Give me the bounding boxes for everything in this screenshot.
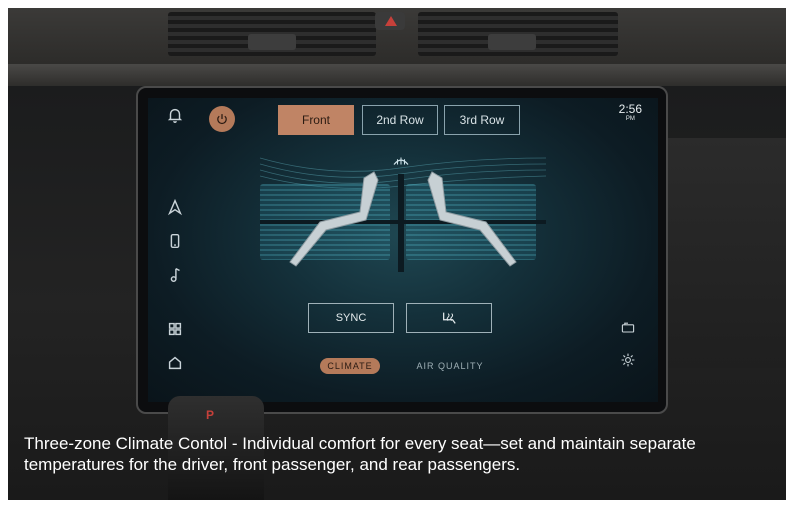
seat-illustrations	[289, 171, 517, 267]
navigation-icon[interactable]	[164, 196, 186, 218]
infotainment-bezel: Front 2nd Row 3rd Row 2:56 PM SYNC CLIMA…	[136, 86, 668, 414]
driver-seat-icon	[289, 171, 379, 267]
phone-icon[interactable]	[164, 230, 186, 252]
gear-indicator: P	[206, 408, 215, 422]
climate-screen: Front 2nd Row 3rd Row 2:56 PM SYNC CLIMA…	[148, 98, 658, 402]
music-icon[interactable]	[164, 264, 186, 286]
home-icon[interactable]	[164, 352, 186, 374]
air-vent-right	[418, 12, 618, 56]
sync-button[interactable]: SYNC	[308, 303, 394, 333]
power-button[interactable]	[209, 106, 235, 132]
caption-text: Three-zone Climate Contol - Individual c…	[24, 434, 696, 474]
tab-2nd-row[interactable]: 2nd Row	[362, 105, 438, 135]
background-photo: Front 2nd Row 3rd Row 2:56 PM SYNC CLIMA…	[8, 8, 786, 500]
bell-icon[interactable]	[164, 104, 186, 126]
tab-front[interactable]: Front	[278, 105, 354, 135]
apps-grid-icon[interactable]	[164, 318, 186, 340]
camera-icon[interactable]	[618, 318, 638, 338]
settings-icon[interactable]	[618, 350, 638, 370]
clock-period: PM	[625, 116, 635, 122]
tab-climate[interactable]: CLIMATE	[320, 358, 380, 374]
hazard-button	[375, 12, 405, 30]
tab-air-quality[interactable]: AIR QUALITY	[410, 358, 490, 374]
tab-3rd-row[interactable]: 3rd Row	[444, 105, 520, 135]
air-vent-left	[168, 12, 376, 56]
dashboard-trim	[8, 64, 786, 86]
clock-time: 2:56	[618, 102, 642, 116]
power-icon	[217, 114, 227, 125]
console-panel	[666, 138, 786, 368]
passenger-seat-icon	[427, 171, 517, 267]
seat-heat-button[interactable]	[406, 303, 492, 333]
seat-heat-icon	[443, 312, 456, 324]
clock: 2:56 PM	[619, 102, 642, 122]
seat-map	[260, 148, 546, 272]
